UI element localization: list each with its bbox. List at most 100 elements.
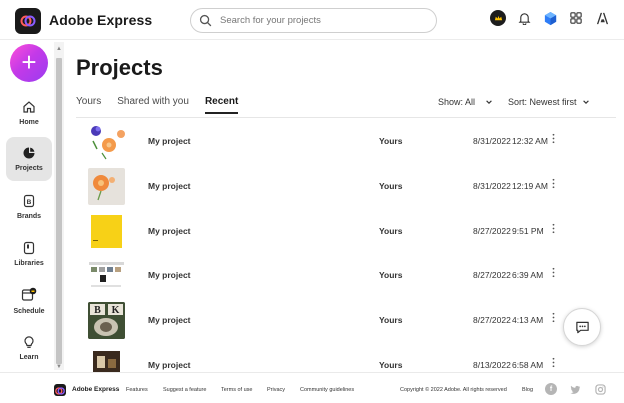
project-time: 12:32 AM: [512, 136, 548, 146]
search-bar[interactable]: [190, 8, 437, 33]
sidebar-item-label: Projects: [15, 165, 43, 172]
project-name[interactable]: My project: [148, 270, 191, 280]
search-icon: [199, 14, 212, 27]
brand-cube-icon[interactable]: [542, 10, 558, 26]
project-thumbnail[interactable]: [88, 257, 125, 295]
project-thumbnail[interactable]: [88, 212, 125, 250]
sidebar-item-learn[interactable]: Learn: [6, 326, 52, 370]
project-row[interactable]: My project Yours 8/31/2022 12:32 AM: [76, 118, 616, 163]
chevron-down-icon: [486, 100, 492, 104]
chevron-down-icon: [582, 100, 589, 104]
plus-icon: +: [21, 47, 37, 77]
premium-crown-icon[interactable]: [490, 10, 506, 26]
thumbnail-letter-k: K: [112, 305, 120, 316]
top-header: Adobe Express: [0, 0, 624, 40]
brands-icon: B: [23, 194, 35, 208]
project-name[interactable]: My project: [148, 181, 191, 191]
scroll-down-arrow-icon[interactable]: ▼: [56, 364, 62, 370]
express-logo-icon: [20, 15, 36, 27]
page-title: Projects: [76, 55, 163, 80]
project-name[interactable]: My project: [148, 136, 191, 146]
create-new-button[interactable]: +: [10, 44, 48, 82]
facebook-icon[interactable]: f: [545, 383, 557, 395]
footer-link-terms[interactable]: Terms of use: [221, 387, 252, 393]
show-filter-dropdown[interactable]: Show: All: [438, 97, 493, 107]
footer-link-suggest[interactable]: Suggest a feature: [163, 387, 206, 393]
brand-name[interactable]: Adobe Express: [49, 12, 152, 28]
project-owner: Yours: [379, 315, 403, 326]
schedule-icon: [21, 287, 37, 301]
project-time: 9:51 PM: [512, 225, 544, 236]
sidebar-item-schedule[interactable]: Schedule: [6, 279, 52, 323]
sidebar-item-label: Brands: [16, 213, 42, 220]
footer-link-features[interactable]: Features: [126, 387, 148, 393]
show-filter-label: Show: All: [438, 97, 476, 107]
sort-dropdown[interactable]: Sort: Newest first: [508, 97, 590, 107]
footer-brand[interactable]: Adobe Express: [72, 386, 119, 393]
more-options-icon[interactable]: [552, 223, 562, 234]
tab-recent[interactable]: Recent: [204, 96, 239, 114]
search-input[interactable]: [220, 15, 420, 26]
project-row[interactable]: B K My project Yours 8/27/2022 4:13 AM: [76, 297, 616, 342]
sidebar-item-label: Home: [19, 119, 39, 126]
project-name[interactable]: My project: [148, 360, 191, 370]
more-options-icon[interactable]: [552, 312, 562, 323]
chat-feedback-button[interactable]: [563, 308, 601, 346]
sidebar-item-label: Schedule: [13, 308, 45, 315]
project-time: 4:13 AM: [512, 315, 544, 326]
learn-lightbulb-icon: [24, 336, 34, 348]
project-thumbnail[interactable]: [88, 123, 125, 160]
sidebar-item-brands[interactable]: B Brands: [6, 185, 52, 229]
project-date: 8/27/2022: [473, 270, 511, 281]
tab-yours[interactable]: Yours: [76, 96, 101, 112]
header-actions: [490, 10, 610, 26]
sidebar-item-home[interactable]: Home: [6, 91, 52, 135]
footer-logo[interactable]: [54, 384, 66, 396]
more-options-icon[interactable]: [552, 357, 562, 368]
project-list: My project Yours 8/31/2022 12:32 AM My p…: [76, 118, 616, 387]
footer-link-privacy[interactable]: Privacy: [267, 387, 285, 393]
adobe-express-logo[interactable]: [15, 8, 41, 34]
project-name[interactable]: My project: [148, 226, 191, 236]
libraries-icon: [23, 241, 35, 255]
project-date: 8/13/2022: [473, 359, 511, 370]
app-root: Adobe Express Search for your projects +…: [0, 0, 624, 403]
sidebar-item-projects[interactable]: Projects: [6, 137, 52, 181]
project-thumbnail[interactable]: [88, 167, 125, 205]
tab-shared-with-you[interactable]: Shared with you: [117, 96, 189, 112]
page-footer: Adobe Express Features Suggest a feature…: [0, 372, 624, 403]
footer-link-community[interactable]: Community guidelines: [300, 387, 354, 393]
footer-link-blog[interactable]: Blog: [522, 387, 533, 393]
project-time: 12:19 AM: [512, 180, 548, 191]
twitter-icon[interactable]: [569, 383, 581, 395]
project-date: 8/31/2022: [473, 180, 511, 191]
sidebar-item-label: Libraries: [14, 260, 44, 267]
home-icon: [23, 101, 35, 113]
more-options-icon[interactable]: [552, 267, 562, 278]
more-options-icon[interactable]: [552, 133, 562, 144]
project-row[interactable]: My project Yours 8/31/2022 12:19 AM: [76, 163, 616, 208]
notifications-bell-icon[interactable]: [516, 10, 532, 26]
project-date: 8/27/2022: [473, 315, 511, 326]
project-name[interactable]: My project: [148, 315, 191, 325]
express-logo-icon: [55, 387, 65, 395]
instagram-icon[interactable]: [594, 383, 606, 395]
project-date: 8/27/2022: [473, 225, 511, 236]
footer-copyright: Copyright © 2022 Adobe. All rights reser…: [400, 387, 507, 393]
project-owner: Yours: [379, 270, 403, 281]
apps-grid-icon[interactable]: [568, 10, 584, 26]
scroll-up-arrow-icon[interactable]: ▲: [56, 46, 62, 52]
chat-bubble-icon: [575, 321, 589, 333]
project-owner: Yours: [379, 180, 403, 191]
sidebar-item-libraries[interactable]: Libraries: [6, 232, 52, 276]
left-sidebar: + Home Projects B Brands Libraries Sched…: [0, 41, 55, 371]
project-time: 6:58 AM: [512, 359, 544, 370]
project-owner: Yours: [379, 136, 403, 146]
sidebar-scrollbar-thumb[interactable]: [56, 58, 62, 364]
project-thumbnail[interactable]: B K: [88, 302, 125, 340]
project-row[interactable]: My project Yours 8/27/2022 6:39 AM: [76, 252, 616, 297]
more-options-icon[interactable]: [552, 178, 562, 189]
adobe-logo-icon[interactable]: [594, 10, 610, 26]
projects-icon: [23, 147, 35, 159]
project-row[interactable]: My project Yours 8/27/2022 9:51 PM: [76, 208, 616, 253]
